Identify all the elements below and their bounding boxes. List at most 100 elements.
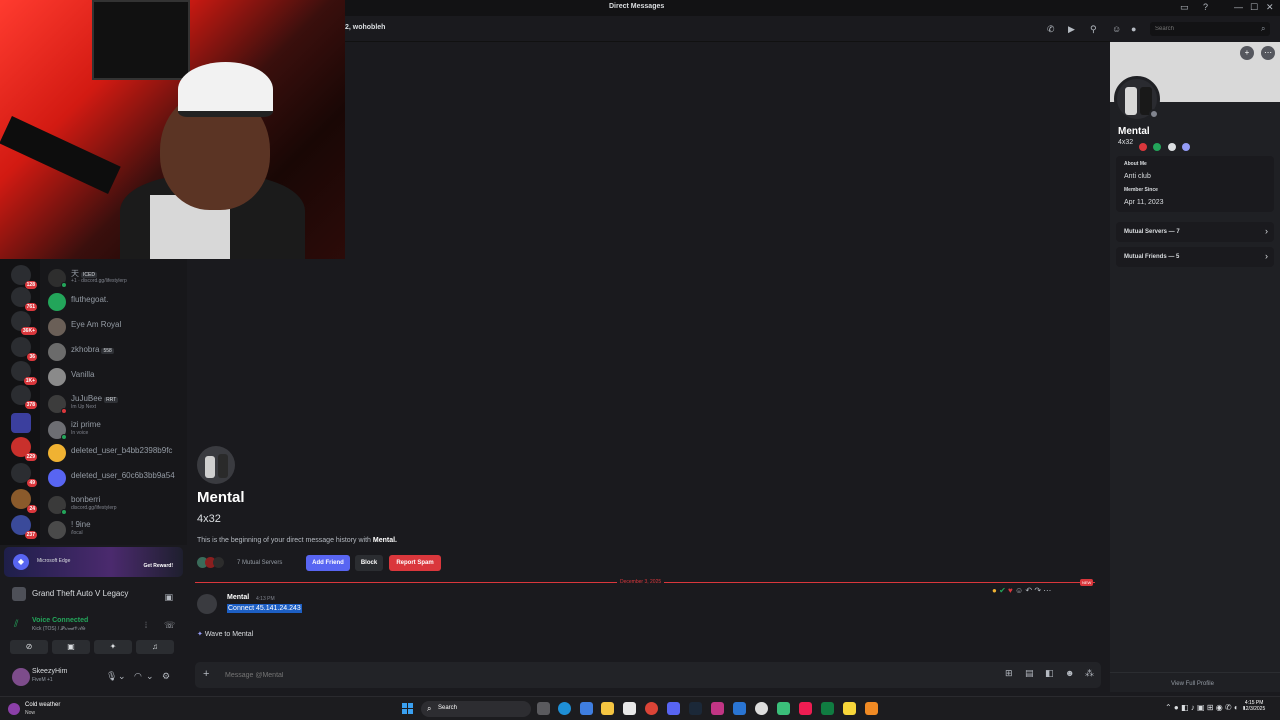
windows-start-icon[interactable] — [402, 703, 414, 715]
server-icon[interactable]: 229 — [11, 437, 37, 461]
settings-gear-icon[interactable]: ⚙ — [162, 671, 170, 682]
emoji-icon[interactable]: ☻ — [1065, 668, 1074, 678]
app-icon[interactable] — [733, 702, 746, 715]
badge-icon[interactable] — [1167, 143, 1176, 151]
soundboard-button[interactable]: ♫ — [136, 640, 174, 654]
reply-icon[interactable]: ↶ — [1025, 586, 1032, 595]
sticker-icon[interactable]: ◧ — [1045, 668, 1054, 679]
message-text[interactable]: Connect 45.141.24.243 — [227, 604, 302, 613]
mutual-servers-row[interactable]: Mutual Servers — 7 › — [1116, 222, 1274, 242]
apps-icon[interactable]: ⁂ — [1085, 668, 1094, 679]
message-input[interactable] — [225, 668, 925, 682]
gift-icon[interactable]: ⊞ — [1005, 668, 1013, 679]
maximize-button[interactable]: ☐ — [1250, 2, 1258, 13]
dm-item[interactable]: ! 9ine /local — [48, 520, 186, 542]
wave-button[interactable]: ✦ Wave to Mental — [197, 630, 253, 644]
dm-item[interactable]: Eye Am Royal — [48, 317, 186, 339]
file-explorer-icon[interactable] — [601, 702, 614, 715]
search-input[interactable] — [1150, 22, 1270, 36]
dm-item[interactable]: fluthegoat. — [48, 292, 186, 314]
tiktok-icon[interactable] — [799, 702, 812, 715]
task-view-icon[interactable] — [537, 702, 550, 715]
reaction-heart-icon[interactable]: ♥ — [1008, 586, 1013, 595]
help-icon[interactable]: ? — [1203, 2, 1208, 12]
add-friend-button[interactable]: Add Friend — [306, 555, 350, 571]
dm-item[interactable]: JuJuBee RRT Im Up Next — [48, 394, 186, 416]
mic-icon[interactable]: 🎙 — [106, 671, 117, 682]
stream-screen-icon[interactable]: ▣ — [164, 589, 173, 605]
server-icon[interactable]: 237 — [11, 515, 37, 539]
server-folder-icon[interactable] — [11, 413, 31, 433]
badge-icon[interactable] — [1182, 143, 1191, 151]
dm-item[interactable]: zkhobra 558 — [48, 342, 186, 364]
report-spam-button[interactable]: Report Spam — [389, 555, 441, 571]
sticky-notes-icon[interactable] — [843, 702, 856, 715]
add-friend-icon[interactable]: + — [1240, 46, 1254, 60]
chevron-down-icon[interactable]: ⌄ — [118, 671, 126, 682]
user-profile-icon[interactable]: ● — [1131, 24, 1136, 34]
discord-taskbar-icon[interactable] — [667, 702, 680, 715]
view-full-profile-link[interactable]: View Full Profile — [1171, 681, 1214, 687]
badge-icon[interactable] — [1139, 143, 1147, 151]
block-button[interactable]: Block — [355, 555, 383, 571]
edge-promo-banner[interactable]: ◆ Microsoft Edge Get Reward! — [4, 547, 183, 577]
server-icon[interactable]: 24 — [11, 489, 37, 513]
inbox-icon[interactable]: ▭ — [1180, 2, 1189, 13]
server-icon[interactable]: 36K+ — [11, 311, 37, 335]
server-icon[interactable]: 49 — [11, 463, 37, 487]
dm-item[interactable]: deleted_user_b4bb2398b9fc — [48, 443, 186, 465]
system-tray[interactable]: ⌃ ● ◧ ♪ ▣ ⊞ ◉ ✆ ◐ ◑ — [1165, 703, 1246, 712]
server-icon[interactable]: 378 — [11, 385, 37, 409]
store-icon[interactable] — [623, 702, 636, 715]
server-icon[interactable]: 761 — [11, 287, 37, 311]
server-icon[interactable]: 1K+ — [11, 361, 37, 385]
taskbar-clock[interactable]: 4:15 PM 12/3/2025 — [1243, 700, 1265, 712]
copilot-icon[interactable] — [580, 702, 593, 715]
gif-icon[interactable]: ▤ — [1025, 668, 1034, 679]
add-friends-to-dm-icon[interactable]: ☺ — [1112, 24, 1121, 34]
dm-item[interactable]: deleted_user_60c6b3bb9a54 — [48, 468, 186, 490]
steam-icon[interactable] — [689, 702, 702, 715]
more-icon[interactable]: ⋯ — [1261, 46, 1275, 60]
excel-icon[interactable] — [821, 702, 834, 715]
forward-icon[interactable]: ↷ — [1034, 586, 1041, 595]
badge-icon[interactable] — [1153, 143, 1162, 151]
instagram-icon[interactable] — [711, 702, 724, 715]
mutual-friends-row[interactable]: Mutual Friends — 5 › — [1116, 247, 1274, 267]
close-button[interactable]: ✕ — [1266, 2, 1274, 13]
more-options-icon[interactable]: ⋯ — [1043, 586, 1051, 595]
dm-item[interactable]: 天 ICED +1 · discord.gg/lifestylerp — [48, 268, 186, 290]
screen-share-button[interactable]: ▣ — [52, 640, 90, 654]
headphones-icon[interactable]: ◠ — [134, 671, 142, 682]
dm-item[interactable]: Vanilla — [48, 367, 186, 389]
app-icon[interactable] — [755, 702, 768, 715]
app-icon[interactable] — [865, 702, 878, 715]
edge-icon[interactable] — [558, 702, 571, 715]
app-icon[interactable] — [777, 702, 790, 715]
get-reward-button[interactable]: Get Reward! — [144, 558, 173, 574]
user-avatar[interactable] — [12, 668, 30, 686]
reaction-check-icon[interactable]: ✔ — [999, 586, 1006, 595]
attach-plus-icon[interactable]: + — [203, 668, 209, 680]
pin-icon[interactable]: ⚲ — [1090, 24, 1097, 35]
disconnect-icon[interactable]: ☏ — [164, 620, 175, 631]
message-avatar[interactable] — [197, 594, 217, 614]
server-icon[interactable]: 36 — [11, 337, 37, 361]
dm-item[interactable]: izi prime In voice — [48, 420, 186, 442]
mutual-servers-link[interactable]: 7 Mutual Servers — [237, 560, 282, 566]
add-reaction-icon[interactable]: ☺ — [1015, 586, 1023, 595]
reaction-emoji-icon[interactable]: ● — [992, 586, 997, 595]
dm-item[interactable]: bonberri discord.gg/lifestylerp — [48, 495, 186, 517]
activities-button[interactable]: ✦ — [94, 640, 132, 654]
noise-suppression-icon[interactable]: ⦙ — [145, 620, 147, 631]
chrome-icon[interactable] — [645, 702, 658, 715]
chevron-down-icon[interactable]: ⌄ — [146, 671, 154, 682]
minimize-button[interactable]: — — [1234, 2, 1243, 12]
taskbar-search[interactable]: ⌕ Search — [421, 701, 531, 717]
message-author[interactable]: Mental — [227, 594, 249, 601]
voice-call-icon[interactable]: ✆ — [1047, 24, 1055, 35]
server-icon[interactable]: 128 — [11, 265, 37, 289]
camera-off-button[interactable]: ⊘ — [10, 640, 48, 654]
mutual-server-avatars[interactable] — [197, 557, 231, 569]
profile-avatar[interactable] — [1114, 76, 1160, 122]
